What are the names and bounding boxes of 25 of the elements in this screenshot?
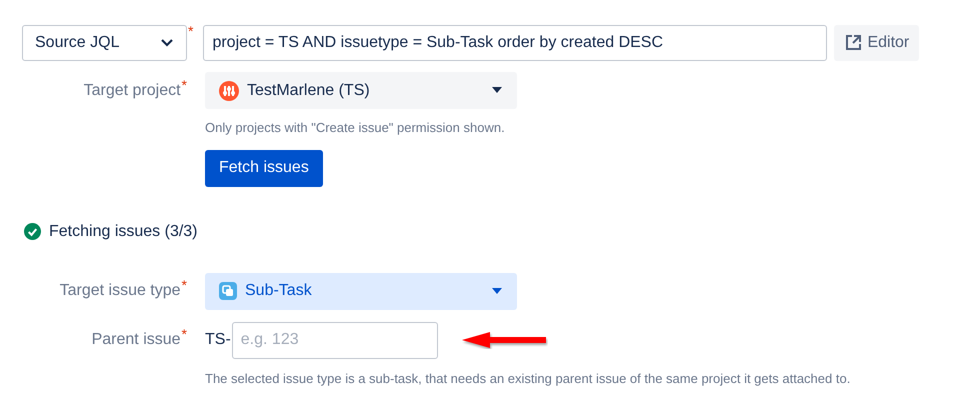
help-text: Only projects with "Create issue" permission shown.: [205, 119, 506, 137]
key-prefix: TS-: [205, 330, 231, 350]
field-label: Target issue type: [60, 281, 181, 301]
project-avatar-icon: [219, 80, 239, 100]
source-select[interactable]: Source JQL: [22, 25, 187, 61]
caret-icon: [491, 288, 503, 294]
required-mark: *: [182, 278, 187, 292]
field-label: Target project: [84, 80, 181, 100]
chevron-icon: [160, 38, 174, 48]
project-select[interactable]: TestMarlene (TS): [205, 72, 517, 109]
caret-icon: [491, 87, 503, 94]
parent-issue-input[interactable]: e.g. 123: [232, 322, 438, 358]
query-input[interactable]: project = TS AND issuetype = Sub-Task order by created DESC: [203, 25, 828, 61]
fetch-issues-button[interactable]: Fetch issues: [205, 150, 323, 186]
field-label: Parent issue: [92, 330, 181, 350]
editor-button[interactable]: Editor: [834, 25, 920, 61]
required-mark: *: [182, 78, 187, 92]
issue-type-select[interactable]: Sub-Task: [205, 272, 517, 310]
success-check-icon: [24, 223, 41, 240]
help-text: The selected issue type is a sub-task, that needs an existing parent issue of the same project it gets attached to.: [205, 370, 852, 388]
external-link-icon: [844, 34, 862, 52]
required-mark: *: [188, 24, 194, 38]
subtask-icon: [219, 282, 237, 300]
required-mark: *: [182, 327, 187, 341]
status-text: Fetching issues (3/3): [49, 222, 198, 242]
